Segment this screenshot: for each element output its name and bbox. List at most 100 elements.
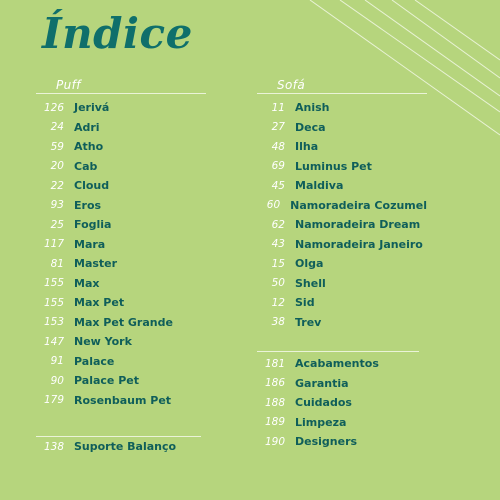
entry-name: Rosenbaum Pet bbox=[74, 393, 172, 407]
page-number: 93 bbox=[50, 199, 64, 212]
index-entry[interactable]: 69 Luminus Pet bbox=[257, 157, 427, 177]
index-entry[interactable]: 91 Palace bbox=[36, 352, 206, 372]
entry-name: Sid bbox=[295, 296, 315, 310]
entry-name: Shell bbox=[295, 276, 326, 290]
page-number: 188 bbox=[264, 396, 285, 409]
section-divider bbox=[257, 93, 427, 94]
entry-list-sofa: 11 Anish 27 Deca 48 Ilha 69 Luminus Pet 45 Maldiv… bbox=[257, 98, 427, 332]
entry-name: Max Pet Grande bbox=[74, 315, 173, 329]
entry-name: Limpeza bbox=[295, 415, 347, 429]
index-entry[interactable]: 190 Designers bbox=[257, 432, 427, 452]
entry-name: Namoradeira Dream bbox=[295, 218, 421, 232]
index-entry[interactable]: 60 Namoradeira Cozumel bbox=[257, 196, 427, 216]
page-number: 153 bbox=[43, 316, 64, 329]
entry-name: Ilha bbox=[295, 140, 319, 154]
index-entry[interactable]: 50 Shell bbox=[257, 274, 427, 294]
entry-name: New York bbox=[74, 335, 132, 349]
index-entry[interactable]: 62 Namoradeira Dream bbox=[257, 215, 427, 235]
page-number: 190 bbox=[264, 435, 285, 448]
page-number: 138 bbox=[43, 440, 64, 453]
index-entry[interactable]: 153 Max Pet Grande bbox=[36, 313, 206, 333]
page-number: 189 bbox=[264, 416, 285, 429]
index-entry[interactable]: 186 Garantia bbox=[257, 374, 427, 394]
entry-name: Luminus Pet bbox=[295, 159, 372, 173]
page-number: 186 bbox=[264, 377, 285, 390]
index-entry[interactable]: 22 Cloud bbox=[36, 176, 206, 196]
entry-name: Foglia bbox=[74, 218, 112, 232]
page-number: 22 bbox=[50, 179, 64, 192]
page-number: 90 bbox=[50, 374, 64, 387]
page-number: 15 bbox=[271, 257, 285, 270]
index-entry[interactable]: 181 Acabamentos bbox=[257, 354, 427, 374]
index-entry[interactable]: 24 Adri bbox=[36, 118, 206, 138]
index-entry[interactable]: 189 Limpeza bbox=[257, 413, 427, 433]
index-entry[interactable]: 126 Jerivá bbox=[36, 98, 206, 118]
entry-name: Cab bbox=[74, 159, 98, 173]
index-entry[interactable]: 188 Cuidados bbox=[257, 393, 427, 413]
page-number: 126 bbox=[43, 101, 64, 114]
index-entry[interactable]: 90 Palace Pet bbox=[36, 371, 206, 391]
index-entry[interactable]: 11 Anish bbox=[257, 98, 427, 118]
page-number: 147 bbox=[43, 335, 64, 348]
section-divider bbox=[257, 351, 419, 352]
entry-name: Acabamentos bbox=[295, 357, 379, 371]
page-number: 50 bbox=[271, 277, 285, 290]
entry-name: Master bbox=[74, 257, 118, 271]
index-entry[interactable]: 147 New York bbox=[36, 332, 206, 352]
page-number: 24 bbox=[50, 121, 64, 134]
section-heading-sofa: Sofá bbox=[277, 78, 306, 92]
entry-name: Garantia bbox=[295, 376, 349, 390]
page-number: 62 bbox=[271, 218, 285, 231]
index-entry[interactable]: 45 Maldiva bbox=[257, 176, 427, 196]
page-number: 27 bbox=[271, 121, 285, 134]
entry-name: Olga bbox=[295, 257, 324, 271]
index-entry[interactable]: 15 Olga bbox=[257, 254, 427, 274]
entry-name: Trev bbox=[295, 315, 322, 329]
page-number: 11 bbox=[271, 101, 285, 114]
index-entry[interactable]: 81 Master bbox=[36, 254, 206, 274]
entry-list-puff: 126 Jerivá 24 Adri 59 Atho 20 Cab 22 Cloud 93 Eros 2… bbox=[36, 98, 206, 410]
entry-list-extra-right: 181 Acabamentos 186 Garantia 188 Cuidados 189 L… bbox=[257, 354, 427, 452]
page-number: 69 bbox=[271, 160, 285, 173]
page-number: 48 bbox=[271, 140, 285, 153]
index-entry[interactable]: 155 Max bbox=[36, 274, 206, 294]
entry-name: Adri bbox=[74, 120, 100, 134]
index-entry[interactable]: 138 Suporte Balanço bbox=[36, 437, 206, 457]
page-number: 181 bbox=[264, 357, 285, 370]
entry-name: Palace Pet bbox=[74, 374, 139, 388]
page-number: 43 bbox=[271, 238, 285, 251]
entry-name: Max Pet bbox=[74, 296, 125, 310]
entry-name: Max bbox=[74, 276, 100, 290]
entry-name: Mara bbox=[74, 237, 106, 251]
index-entry[interactable]: 38 Trev bbox=[257, 313, 427, 333]
index-entry[interactable]: 179 Rosenbaum Pet bbox=[36, 391, 206, 411]
entry-name: Namoradeira Janeiro bbox=[295, 237, 423, 251]
index-entry[interactable]: 59 Atho bbox=[36, 137, 206, 157]
index-entry[interactable]: 93 Eros bbox=[36, 196, 206, 216]
index-entry[interactable]: 48 Ilha bbox=[257, 137, 427, 157]
page-number: 155 bbox=[43, 296, 64, 309]
page-number: 38 bbox=[271, 316, 285, 329]
index-entry[interactable]: 155 Max Pet bbox=[36, 293, 206, 313]
index-entry[interactable]: 12 Sid bbox=[257, 293, 427, 313]
entry-name: Anish bbox=[295, 101, 330, 115]
page-number: 179 bbox=[43, 394, 64, 407]
index-entry[interactable]: 27 Deca bbox=[257, 118, 427, 138]
index-column-sofa: Sofá 11 Anish 27 Deca 48 Ilha 69 Luminus Pet 45 M… bbox=[257, 78, 427, 452]
page-number: 25 bbox=[50, 218, 64, 231]
entry-list-extra-left: 138 Suporte Balanço bbox=[36, 437, 206, 457]
index-entry[interactable]: 20 Cab bbox=[36, 157, 206, 177]
entry-name: Maldiva bbox=[295, 179, 344, 193]
index-entry[interactable]: 117 Mara bbox=[36, 235, 206, 255]
index-entry[interactable]: 25 Foglia bbox=[36, 215, 206, 235]
page-number: 59 bbox=[50, 140, 64, 153]
entry-name: Designers bbox=[295, 435, 358, 449]
page-number: 155 bbox=[43, 277, 64, 290]
entry-name: Cuidados bbox=[295, 396, 352, 410]
entry-name: Deca bbox=[295, 120, 326, 134]
page-number: 60 bbox=[266, 199, 281, 212]
entry-name: Suporte Balanço bbox=[74, 440, 177, 454]
index-entry[interactable]: 43 Namoradeira Janeiro bbox=[257, 235, 427, 255]
entry-name: Palace bbox=[74, 354, 115, 368]
entry-name: Atho bbox=[74, 140, 104, 154]
